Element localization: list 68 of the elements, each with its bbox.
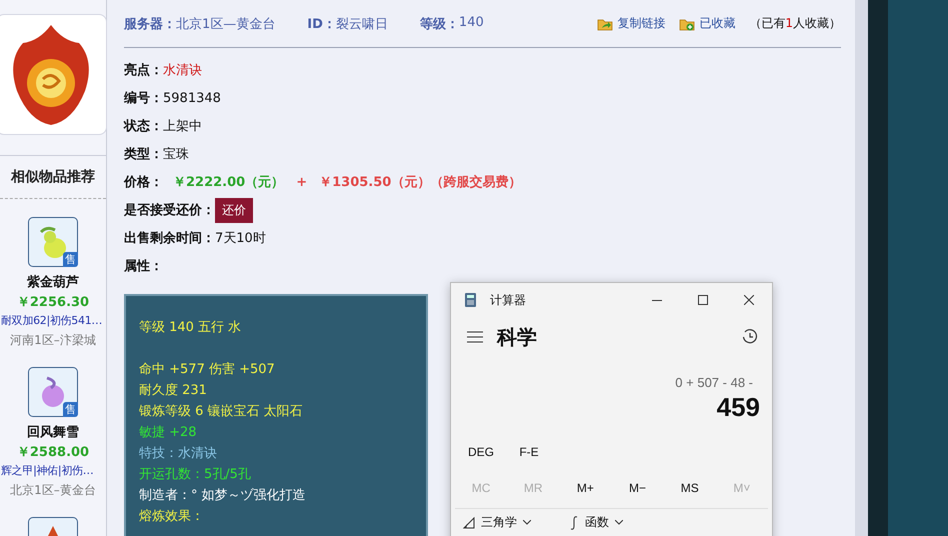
detail-value: 5981348 [163,90,221,106]
close-icon [744,295,754,305]
detail-label: 编号： [124,90,163,107]
option-button[interactable]: DEG [457,440,505,464]
detail-label: 亮点： [124,62,163,79]
price-label: 价格： [124,174,163,191]
detail-value: 上架中 [163,118,202,135]
memory-button[interactable]: MS [666,480,713,496]
item-thumbnail[interactable]: 售 [28,217,78,267]
favorite-button[interactable]: 已收藏 [679,15,736,32]
item-server: 北京1区–黄金台 [10,482,96,499]
field-label: 等级： [420,16,459,32]
sale-badge: 售 [63,252,78,267]
result-display: 459 [716,392,761,423]
field-label: 服务器： [124,16,176,32]
detail-label: 类型： [124,146,163,163]
attribute-line: 开运孔数：5孔/5孔 [139,466,252,484]
field-value: 140 [458,14,484,32]
item-price: ￥2256.30 [16,294,90,311]
attribute-line: 等级 140 五行 水 [139,319,242,337]
item-description: 耐双加62|初伤541… [0,313,102,328]
price-value: ￥2222.00（元） [173,174,284,191]
function-menu[interactable]: 函数 [563,513,629,532]
bargain-label: 是否接受还价： [124,202,215,219]
item-name[interactable]: 回风舞雪 [27,423,79,441]
attribute-line: 命中 +577 伤害 +507 [139,361,276,379]
favorites-count: （已有1人收藏） [749,15,841,32]
option-button[interactable]: F-E [505,440,553,464]
attribute-line: 制造者：° 如梦～ヅ强化打造 [139,487,307,505]
detail-label: 状态： [124,118,163,135]
fee-value: ￥1305.50（元）（跨服交易费） [319,174,522,191]
expression-display: 0 + 507 - 48 - [674,375,754,390]
similar-items-heading: 相似物品推荐 [0,155,106,199]
item-name[interactable]: 紫金葫芦 [27,273,79,291]
chevron-icon [615,520,623,525]
attribute-line: 特技：水清诀 [139,445,218,463]
chevron-icon [523,520,531,525]
field-label: ID： [307,16,336,32]
attribute-line: 锻炼等级 6 镶嵌宝石 太阳石 [139,403,304,421]
remaining-time-value: 7天10时 [215,230,266,247]
field-value: 裂云啸日 [336,16,388,32]
bargain-button[interactable]: 还价 [215,198,253,222]
item-price: ￥2588.00 [16,444,90,461]
maximize-icon [698,295,708,305]
attribute-line: 熔炼效果： [139,508,205,526]
detail-value: 水清诀 [163,62,202,79]
attribute-line: 敏捷 +28 [139,424,198,442]
remaining-time-label: 出售剩余时间： [124,230,215,247]
memory-button[interactable]: M− [614,480,661,496]
item-thumbnail[interactable]: 售 [28,367,78,417]
menu-icon[interactable] [467,331,483,343]
plus-sign: + [296,174,308,190]
copy-link-button[interactable]: 复制链接 [597,15,666,32]
function-menu[interactable]: 三角学 [457,513,537,532]
triangle-ruler-icon [463,516,475,528]
mode-title: 科学 [497,326,537,350]
window-title: 计算器 [490,292,526,308]
detail-value: 宝珠 [163,146,189,163]
memory-button[interactable]: M+ [562,480,608,496]
attributes-label: 属性： [124,258,163,275]
integral-icon [569,516,579,530]
sale-badge: 售 [63,402,78,417]
attribute-line: 耐久度 231 [139,382,208,400]
history-icon[interactable] [742,329,758,345]
field-value: 北京1区—黄金台 [176,16,276,32]
calculator-icon [465,293,476,307]
item-server: 河南1区–汴梁城 [10,332,96,349]
item-description: 辉之甲|神佑|初伤… [0,463,94,478]
